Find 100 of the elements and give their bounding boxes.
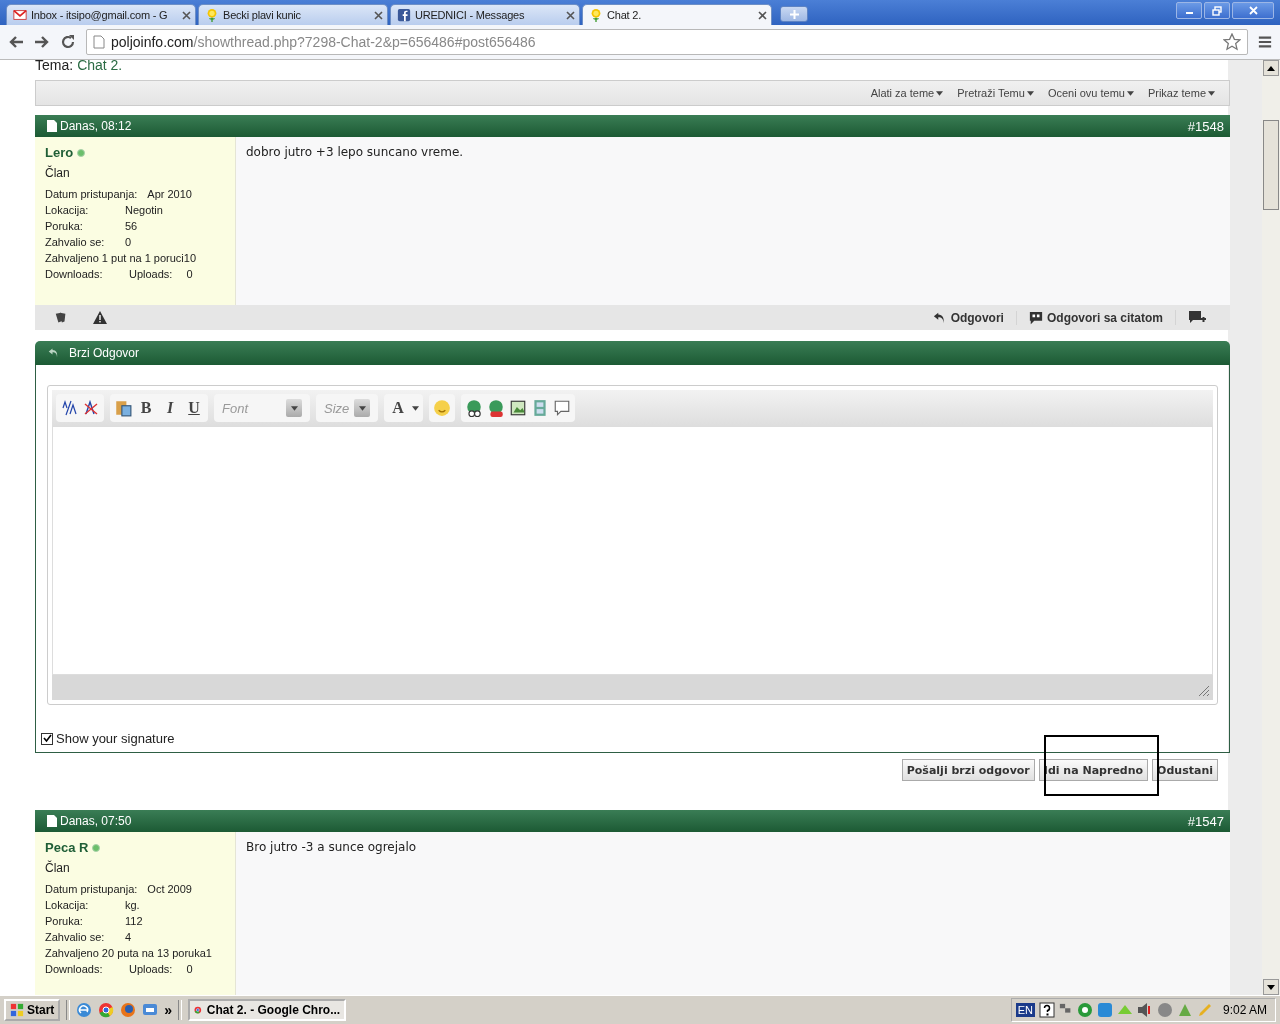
author-link[interactable]: Peca R: [45, 840, 89, 855]
user-stat: Poruka:: [45, 220, 84, 232]
user-stat: 0: [186, 268, 193, 280]
link-globe-icon: [465, 399, 483, 417]
post-number-link[interactable]: #1548: [1187, 118, 1224, 134]
speaker-icon: [1136, 1002, 1153, 1018]
menu-icon: [1258, 35, 1272, 49]
scrollbar[interactable]: [1262, 60, 1280, 995]
browser-tab[interactable]: UREDNICI - Messages: [390, 4, 580, 25]
url-text: poljoinfo.com/showthread.php?7298-Chat-2&p=656486#post656486: [111, 34, 537, 50]
font-size-icon: [60, 400, 78, 416]
tray-app-icon: [1176, 1002, 1193, 1018]
user-rank: Član: [45, 166, 71, 180]
user-stat: Uploads:: [129, 963, 174, 975]
browser-tab[interactable]: Inbox - itsipo@gmail.com - G: [6, 4, 196, 25]
quote-plus-icon: [1188, 310, 1206, 325]
format-button[interactable]: U: [184, 399, 204, 417]
document-icon: [47, 815, 57, 827]
user-stat: 112: [125, 915, 143, 927]
close-button[interactable]: [1232, 2, 1274, 19]
user-stat: Downloads:: [45, 268, 104, 280]
user-stat: 0: [125, 236, 132, 248]
author-link[interactable]: Lero: [45, 145, 74, 160]
unlink-globe-icon: [487, 399, 505, 417]
minimize-button[interactable]: [1176, 2, 1202, 19]
thread-tools-menu[interactable]: Oceni ovu temu: [1047, 87, 1134, 99]
user-stat: Apr 2010: [147, 188, 192, 200]
more-shortcuts-button[interactable]: »: [164, 1002, 173, 1018]
user-stat: Datum pristupanja:: [45, 883, 139, 895]
form-button[interactable]: Odustani: [1152, 759, 1218, 781]
firefox-icon: [120, 1002, 137, 1018]
user-stat: Lokacija:: [45, 204, 90, 216]
format-button[interactable]: I: [160, 399, 180, 417]
page-icon: [93, 35, 105, 49]
help-icon: [1038, 1002, 1055, 1018]
sunflower-icon: [589, 8, 603, 22]
thread-tools-menu[interactable]: Alati za teme: [870, 87, 944, 99]
check-icon: [42, 734, 52, 743]
caret-icon: [1208, 90, 1215, 96]
document-icon: [47, 120, 57, 132]
post-action-link[interactable]: Odgovori sa citatom: [1015, 310, 1175, 325]
thread-tools-menu[interactable]: Prikaz teme: [1147, 87, 1215, 99]
desktop-icon: [142, 1002, 159, 1018]
scrollbar-thumb[interactable]: [1263, 120, 1279, 210]
user-stat: 56: [125, 220, 138, 232]
user-stat: Zahvaljeno 20 puta na 13 poruka1: [45, 947, 212, 959]
post-date: Danas, 07:50: [60, 814, 132, 828]
browser-tab[interactable]: Chat 2.: [582, 4, 772, 25]
post-number-link[interactable]: #1547: [1187, 813, 1224, 829]
caret-icon: [358, 405, 366, 411]
user-stat: kg.: [125, 899, 140, 911]
language-indicator[interactable]: EN: [1015, 1003, 1035, 1017]
facebook-icon: [397, 8, 411, 22]
remove-format-icon: [82, 400, 100, 416]
caret-icon: [1126, 90, 1134, 96]
post-message: dobro jutro +3 lepo suncano vreme.: [236, 137, 1230, 305]
thread-label: Tema:: [35, 60, 74, 70]
post-action-link[interactable]: Odgovori: [920, 310, 1016, 325]
address-bar[interactable]: poljoinfo.com/showthread.php?7298-Chat-2&p=656486#post656486: [86, 29, 1248, 55]
thread-tools-menu[interactable]: Pretraži Temu: [957, 87, 1034, 99]
caret-icon: [290, 405, 298, 411]
reply-arrow-icon: [932, 310, 947, 325]
user-stat: Zahvaljeno 1 put na 1 poruci10: [45, 252, 197, 264]
new-tab-button[interactable]: [780, 6, 808, 22]
user-stat: Zahvalio se:: [45, 236, 106, 248]
user-stat: Poruka:: [45, 915, 84, 927]
user-stat: 0: [186, 963, 193, 975]
post-date: Danas, 08:12: [60, 119, 132, 133]
resize-grip-icon: [1198, 685, 1210, 697]
speech-bubble-icon: [553, 399, 571, 417]
restore-button[interactable]: [1204, 2, 1230, 19]
browser-e-icon: [76, 1002, 93, 1018]
image-icon: [509, 399, 527, 417]
taskbar-task[interactable]: Chat 2. - Google Chro...: [188, 999, 347, 1021]
signature-checkbox[interactable]: [41, 732, 53, 745]
close-icon: [1248, 6, 1258, 15]
film-strip-icon: [531, 399, 549, 417]
star-icon: [1223, 33, 1241, 51]
caret-icon: [1026, 90, 1034, 96]
reload-icon: [60, 34, 76, 50]
close-icon: [758, 10, 767, 20]
user-stat: Lokacija:: [45, 899, 90, 911]
form-button[interactable]: Pošalji brzi odgovor: [901, 759, 1035, 781]
envelope-icon: [13, 8, 27, 22]
chrome-icon: [98, 1002, 115, 1018]
clock: 9:02 AM: [1222, 1003, 1267, 1017]
message-input[interactable]: [52, 426, 1213, 675]
warning-icon: [93, 311, 107, 324]
format-button[interactable]: B: [136, 399, 156, 417]
browser-tab[interactable]: Becki plavi kunic: [198, 4, 388, 25]
forward-arrow-icon: [34, 34, 50, 50]
close-icon: [374, 10, 383, 20]
smiley-icon: [433, 399, 451, 417]
user-stat: Uploads:: [129, 268, 174, 280]
restore-icon: [1212, 5, 1222, 16]
ring-icon: [1076, 1002, 1093, 1018]
signature-label: Show your signature: [56, 731, 175, 746]
caret-icon: [412, 405, 419, 411]
thread-title-link[interactable]: Chat 2.: [77, 60, 123, 70]
start-button[interactable]: Start: [4, 999, 61, 1021]
